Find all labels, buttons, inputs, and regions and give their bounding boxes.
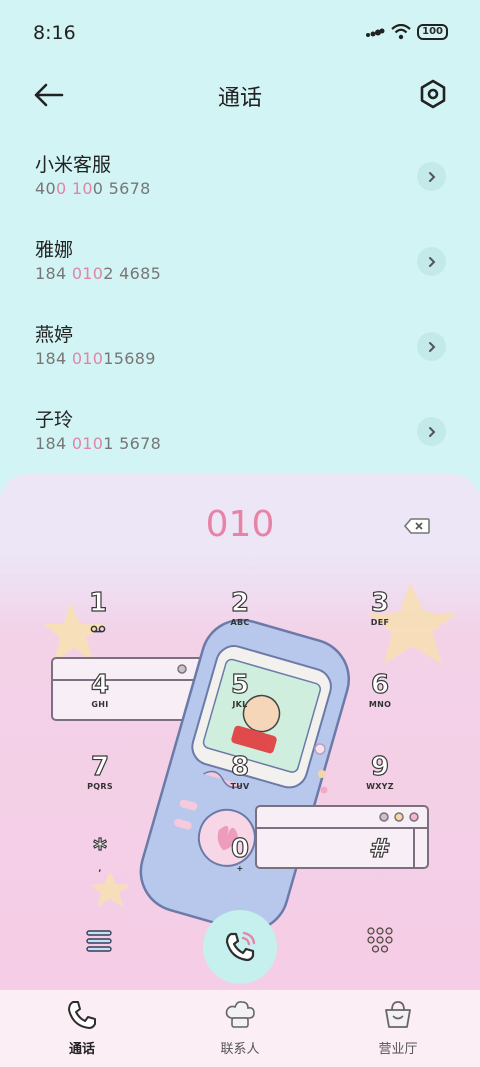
chef-hat-icon [225, 1001, 255, 1028]
contact-name: 子玲 [35, 409, 74, 431]
key-6[interactable]: 6 MNO [340, 669, 420, 730]
key-9[interactable]: 9 WXYZ [340, 751, 420, 812]
backspace-icon[interactable] [404, 518, 430, 534]
details-button[interactable] [417, 417, 446, 446]
key-star[interactable]: *, [60, 833, 140, 894]
wifi-icon [391, 24, 411, 40]
contact-number: 184 0102 4685 [35, 264, 162, 283]
chevron-right-icon [428, 171, 435, 182]
phone-icon [68, 1001, 96, 1029]
contact-match-list: 小米客服 400 100 5678 雅娜 184 0102 4685 燕婷 18… [0, 138, 480, 478]
status-time: 8:16 [33, 22, 76, 44]
key-0[interactable]: 0 + [200, 833, 280, 894]
chevron-right-icon [428, 341, 435, 352]
battery-icon: 100 [417, 24, 448, 40]
contact-number: 400 100 5678 [35, 179, 151, 198]
dialpad-icon[interactable] [366, 926, 394, 954]
tab-calls[interactable]: 通话 [32, 998, 132, 1057]
key-3[interactable]: 3 DEF [340, 587, 420, 648]
bottom-tab-bar: 通话 联系人 营业厅 [0, 990, 480, 1067]
basket-icon [385, 1001, 411, 1028]
key-7[interactable]: 7 PQRS [60, 751, 140, 812]
tab-contacts[interactable]: 联系人 [190, 998, 290, 1057]
contact-name: 小米客服 [35, 154, 112, 176]
chevron-right-icon [428, 426, 435, 437]
status-bar: 8:16 100 [0, 0, 480, 68]
tab-service-hall[interactable]: 营业厅 [348, 998, 448, 1057]
chevron-right-icon [428, 256, 435, 267]
key-1[interactable]: 1 [58, 587, 138, 648]
details-button[interactable] [417, 247, 446, 276]
key-2[interactable]: 2 ABC [200, 587, 280, 648]
dialer-actions [0, 910, 480, 990]
details-button[interactable] [417, 332, 446, 361]
status-icons: 100 [365, 24, 448, 40]
call-button[interactable] [203, 910, 277, 984]
list-item[interactable]: 雅娜 184 0102 4685 [0, 223, 480, 308]
signal-icon [366, 28, 385, 37]
voicemail-icon [90, 625, 106, 633]
key-4[interactable]: 4 GHI [60, 669, 140, 730]
details-button[interactable] [417, 162, 446, 191]
list-item[interactable]: 燕婷 184 01015689 [0, 308, 480, 393]
settings-icon[interactable] [418, 78, 448, 112]
menu-icon[interactable] [86, 928, 112, 954]
contact-number: 184 01015689 [35, 349, 156, 368]
contact-name: 雅娜 [35, 239, 74, 261]
list-item[interactable]: 子玲 184 0101 5678 [0, 393, 480, 478]
key-hash[interactable]: # [340, 833, 420, 894]
contact-name: 燕婷 [35, 324, 74, 346]
key-8[interactable]: 8 TUV [200, 751, 280, 812]
phone-call-icon [225, 931, 256, 962]
page-title: 通话 [217, 86, 262, 111]
key-5[interactable]: 5 JKL [200, 669, 280, 730]
contact-number: 184 0101 5678 [35, 434, 162, 453]
list-item[interactable]: 小米客服 400 100 5678 [0, 138, 480, 223]
top-bar: 通话 [0, 72, 480, 118]
